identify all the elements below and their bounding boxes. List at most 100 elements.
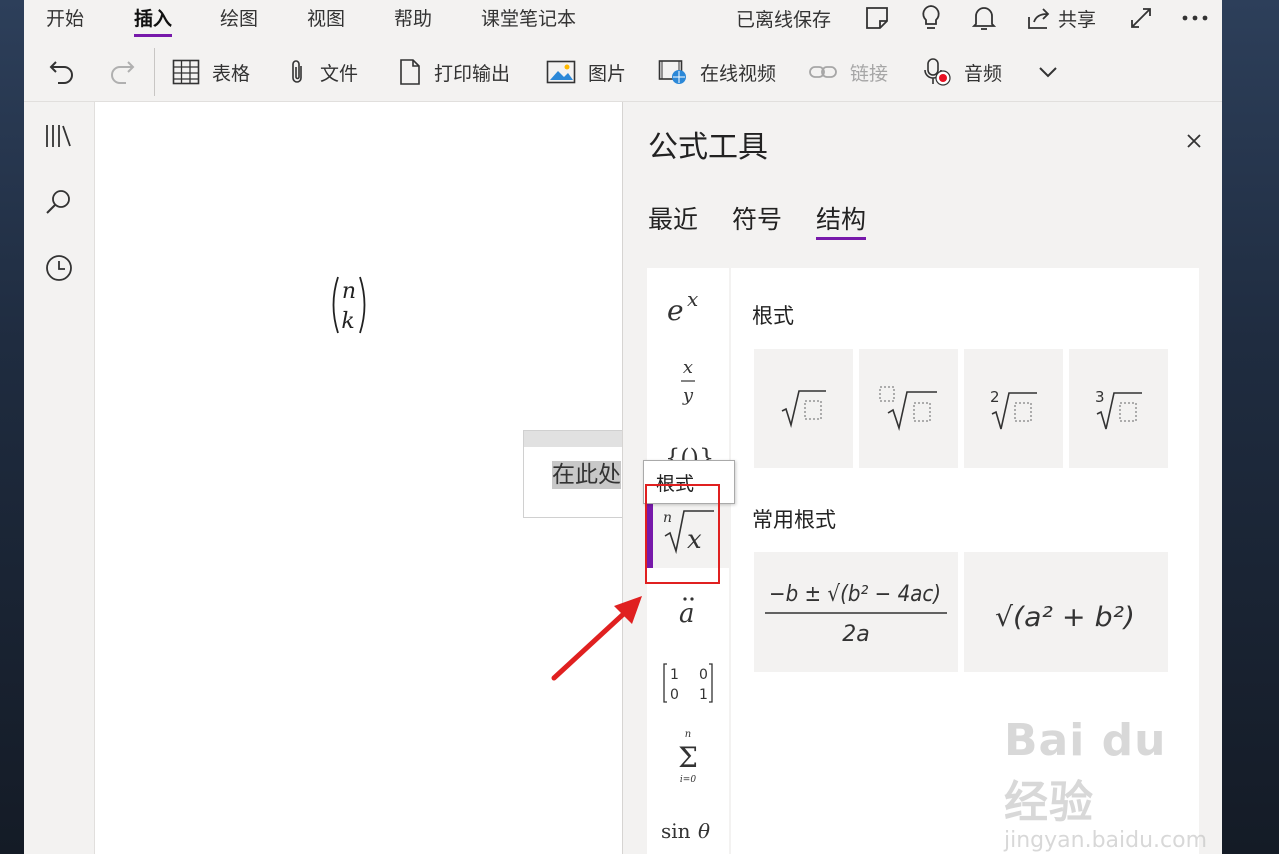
svg-text:Σ: Σ <box>678 741 698 774</box>
tab-view[interactable]: 视图 <box>307 6 345 36</box>
expand-icon <box>1131 8 1151 28</box>
quadratic-formula-tile[interactable]: −b ± √(b² − 4ac) 2a <box>754 552 958 672</box>
svg-text:a: a <box>679 599 695 629</box>
close-icon <box>1187 134 1201 148</box>
note-canvas[interactable]: n k 在此处 <box>95 102 635 854</box>
tab-recent[interactable]: 最近 <box>648 200 698 240</box>
svg-text:1: 1 <box>699 687 708 703</box>
search-button[interactable] <box>41 184 77 220</box>
ellipsis-icon <box>1182 15 1208 21</box>
svg-text:1: 1 <box>670 667 679 683</box>
svg-text:θ: θ <box>698 819 710 843</box>
insert-audio-button[interactable]: 音频 <box>924 50 1002 94</box>
highlight-box <box>645 484 720 584</box>
container-grip[interactable] <box>524 431 634 447</box>
cube-root-tile[interactable]: 3 <box>1069 349 1168 468</box>
tab-home[interactable]: 开始 <box>46 6 84 36</box>
square-root-with-index-tile[interactable]: 2 <box>964 349 1063 468</box>
category-function[interactable]: sin θ <box>647 808 729 854</box>
link-icon <box>809 66 837 78</box>
svg-text:x: x <box>683 357 693 378</box>
share-button[interactable]: 共享 <box>1026 2 1096 34</box>
lightbulb-icon <box>922 5 940 29</box>
category-large-operator[interactable]: n Σi=0 <box>647 724 729 790</box>
watermark-brand: Bai du 经验 <box>1004 715 1167 828</box>
svg-text:sin: sin <box>661 819 691 843</box>
insert-online-video-button[interactable]: 在线视频 <box>658 50 776 94</box>
clock-icon <box>46 255 72 281</box>
undo-button[interactable] <box>48 50 88 94</box>
tab-help[interactable]: 帮助 <box>394 6 432 36</box>
svg-text:y: y <box>682 385 694 406</box>
pane-title: 公式工具 <box>648 130 768 165</box>
navigation-rail <box>24 102 95 854</box>
quadratic-denominator: 2a <box>842 622 869 647</box>
notebooks-button[interactable] <box>41 118 77 154</box>
chevron-down-icon <box>1039 67 1057 78</box>
picture-label: 图片 <box>588 62 627 85</box>
tell-me-button[interactable] <box>919 2 943 34</box>
svg-text:n: n <box>685 729 691 740</box>
category-script[interactable]: ex <box>647 276 729 336</box>
svg-text:x: x <box>687 287 698 311</box>
insert-link-button[interactable]: 链接 <box>808 50 888 94</box>
equation-input-container[interactable]: 在此处 <box>523 430 635 518</box>
audio-record-icon <box>924 58 951 86</box>
online-video-icon <box>658 60 686 84</box>
more-options-button[interactable] <box>1182 2 1208 34</box>
sticky-note-icon <box>866 7 888 29</box>
binomial-equation[interactable]: n k <box>329 274 369 340</box>
equation-placeholder-text[interactable]: 在此处 <box>552 461 621 489</box>
paperclip-icon <box>292 60 302 83</box>
annotation-arrow <box>551 596 642 681</box>
category-fraction[interactable]: xy <box>647 348 729 414</box>
fullscreen-button[interactable] <box>1129 2 1153 34</box>
notebooks-icon <box>46 125 71 147</box>
notifications-button[interactable] <box>972 2 996 34</box>
sticky-note-button[interactable] <box>864 2 890 34</box>
toolbar-divider <box>154 48 155 96</box>
pythagorean-root-tile[interactable]: √(a² + b²) <box>964 552 1168 672</box>
quadratic-numerator: −b ± √(b² − 4ac) <box>769 582 941 607</box>
tab-symbols[interactable]: 符号 <box>732 200 782 240</box>
redo-button[interactable] <box>108 50 148 94</box>
picture-icon <box>546 60 576 84</box>
offline-status: 已离线保存 <box>736 8 832 31</box>
table-label: 表格 <box>212 62 251 85</box>
close-pane-button[interactable] <box>1183 130 1205 152</box>
onenote-window: 开始 插入 绘图 视图 帮助 课堂笔记本 已离线保存 共享 表格 文件 打印输出… <box>24 0 1222 854</box>
insert-table-button[interactable]: 表格 <box>172 50 250 94</box>
ribbon-more-button[interactable] <box>1038 50 1070 94</box>
insert-picture-button[interactable]: 图片 <box>546 50 626 94</box>
category-accent[interactable]: a <box>647 582 729 638</box>
link-label: 链接 <box>850 62 889 85</box>
watermark-url: jingyan.baidu.com <box>1004 828 1208 853</box>
radical-index-2: 2 <box>990 388 1000 406</box>
tab-draw[interactable]: 绘图 <box>220 6 258 36</box>
insert-file-button[interactable]: 文件 <box>288 50 358 94</box>
table-icon <box>172 59 200 85</box>
recent-notes-button[interactable] <box>41 250 77 286</box>
share-icon <box>1028 8 1050 29</box>
binomial-bottom: k <box>341 309 354 334</box>
share-label: 共享 <box>1058 8 1097 31</box>
pythagorean-expression: √(a² + b²) <box>995 602 1135 633</box>
square-root-tile[interactable] <box>754 349 853 468</box>
document-icon <box>400 59 420 85</box>
file-label: 文件 <box>320 62 359 85</box>
binomial-top: n <box>342 279 356 304</box>
svg-text:e: e <box>667 294 684 326</box>
svg-text:i=0: i=0 <box>680 775 696 785</box>
category-matrix[interactable]: 1 0 0 1 <box>647 652 729 714</box>
section-radicals-heading: 根式 <box>752 304 794 328</box>
tab-structures[interactable]: 结构 <box>816 200 867 240</box>
radical-index-3: 3 <box>1095 388 1105 406</box>
section-common-radicals-heading: 常用根式 <box>752 508 836 532</box>
tab-class-notebook[interactable]: 课堂笔记本 <box>481 6 576 36</box>
svg-text:0: 0 <box>670 687 679 703</box>
insert-printout-button[interactable]: 打印输出 <box>398 50 510 94</box>
ribbon: 开始 插入 绘图 视图 帮助 课堂笔记本 已离线保存 共享 表格 文件 打印输出… <box>24 0 1222 102</box>
printout-label: 打印输出 <box>434 62 511 85</box>
nth-root-tile[interactable] <box>859 349 958 468</box>
tab-insert[interactable]: 插入 <box>134 6 173 37</box>
